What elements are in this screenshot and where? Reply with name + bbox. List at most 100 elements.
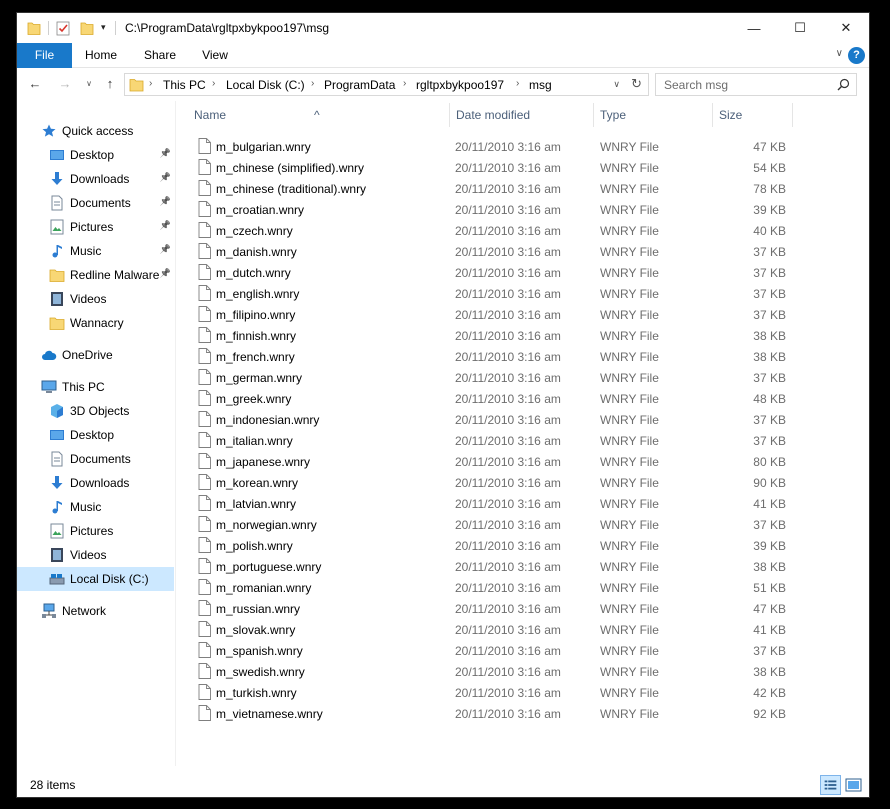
file-row[interactable]: m_romanian.wnry 20/11/2010 3:16 am WNRY Fi… xyxy=(176,577,869,598)
breadcrumb-local-disk[interactable]: Local Disk (C:) xyxy=(226,78,305,92)
breadcrumb-programdata[interactable]: ProgramData xyxy=(324,78,395,92)
file-row[interactable]: m_swedish.wnry 20/11/2010 3:16 am WNRY Fil… xyxy=(176,661,869,682)
file-type: WNRY File xyxy=(600,707,659,721)
address-dropdown-icon[interactable]: ∨ xyxy=(613,79,620,90)
nav-item-pictures[interactable]: Pictures 📌 xyxy=(17,215,174,239)
file-row[interactable]: m_filipino.wnry 20/11/2010 3:16 am WNRY Fi… xyxy=(176,304,869,325)
nav-item-music-pc[interactable]: Music xyxy=(17,495,174,519)
breadcrumb-this-pc[interactable]: This PC xyxy=(163,78,206,92)
column-header-name[interactable]: ^ Name xyxy=(176,101,450,129)
file-row[interactable]: m_french.wnry 20/11/2010 3:16 am WNRY File… xyxy=(176,346,869,367)
file-row[interactable]: m_korean.wnry 20/11/2010 3:16 am WNRY File… xyxy=(176,472,869,493)
breadcrumb-chevron[interactable]: › xyxy=(403,78,406,89)
column-header-size[interactable]: Size xyxy=(713,101,793,129)
file-row[interactable]: m_finnish.wnry 20/11/2010 3:16 am WNRY Fil… xyxy=(176,325,869,346)
file-row[interactable]: m_indonesian.wnry 20/11/2010 3:16 am WNRY … xyxy=(176,409,869,430)
file-row[interactable]: m_slovak.wnry 20/11/2010 3:16 am WNRY File… xyxy=(176,619,869,640)
search-box[interactable] xyxy=(655,73,857,96)
nav-item-desktop-pc[interactable]: Desktop xyxy=(17,423,174,447)
forward-button[interactable]: → xyxy=(55,74,75,94)
details-view-icon[interactable] xyxy=(820,775,841,795)
file-date-modified: 20/11/2010 3:16 am xyxy=(455,371,561,385)
file-row[interactable]: m_croatian.wnry 20/11/2010 3:16 am WNRY Fi… xyxy=(176,199,869,220)
close-button[interactable]: ✕ xyxy=(823,13,869,43)
search-input[interactable] xyxy=(656,74,831,95)
nav-item-onedrive[interactable]: OneDrive xyxy=(17,343,174,367)
breadcrumb-chevron[interactable]: › xyxy=(311,78,314,89)
desktop-icon xyxy=(50,150,64,160)
column-divider[interactable] xyxy=(792,103,793,127)
file-row[interactable]: m_japanese.wnry 20/11/2010 3:16 am WNRY Fi… xyxy=(176,451,869,472)
file-row[interactable]: m_greek.wnry 20/11/2010 3:16 am WNRY File 4… xyxy=(176,388,869,409)
file-date-modified: 20/11/2010 3:16 am xyxy=(455,161,561,175)
file-row[interactable]: m_bulgarian.wnry 20/11/2010 3:16 am WNRY F… xyxy=(176,136,869,157)
file-row[interactable]: m_latvian.wnry 20/11/2010 3:16 am WNRY Fil… xyxy=(176,493,869,514)
file-row[interactable]: m_danish.wnry 20/11/2010 3:16 am WNRY File… xyxy=(176,241,869,262)
file-row[interactable]: m_norwegian.wnry 20/11/2010 3:16 am WNRY F… xyxy=(176,514,869,535)
column-header-date[interactable]: Date modified xyxy=(450,101,594,129)
file-row[interactable]: m_dutch.wnry 20/11/2010 3:16 am WNRY File 3… xyxy=(176,262,869,283)
file-row[interactable]: m_turkish.wnry 20/11/2010 3:16 am WNRY Fil… xyxy=(176,682,869,703)
properties-check-icon[interactable] xyxy=(56,20,70,36)
breadcrumb-chevron[interactable]: › xyxy=(212,78,215,89)
file-size: 51 KB xyxy=(753,581,786,595)
nav-item-downloads[interactable]: Downloads 📌 xyxy=(17,167,174,191)
file-name: m_czech.wnry xyxy=(216,224,293,238)
nav-item-pictures-pc[interactable]: Pictures xyxy=(17,519,174,543)
column-header-label: Type xyxy=(600,108,627,122)
file-name: m_spanish.wnry xyxy=(216,644,303,658)
nav-item-downloads-pc[interactable]: Downloads xyxy=(17,471,174,495)
file-row[interactable]: m_chinese (simplified).wnry 20/11/2010 3:… xyxy=(176,157,869,178)
address-bar[interactable]: › This PC › Local Disk (C:) › ProgramDat… xyxy=(124,73,649,96)
file-row[interactable]: m_polish.wnry 20/11/2010 3:16 am WNRY File… xyxy=(176,535,869,556)
up-button[interactable]: ↑ xyxy=(101,74,119,94)
help-icon[interactable]: ? xyxy=(848,47,865,64)
file-row[interactable]: m_czech.wnry 20/11/2010 3:16 am WNRY File 4… xyxy=(176,220,869,241)
nav-item-network[interactable]: Network xyxy=(17,599,174,623)
nav-item-3d-objects[interactable]: 3D Objects xyxy=(17,399,174,423)
file-row[interactable]: m_russian.wnry 20/11/2010 3:16 am WNRY Fil… xyxy=(176,598,869,619)
search-icon[interactable] xyxy=(837,78,850,91)
large-icons-view-icon[interactable] xyxy=(843,775,864,795)
tab-home[interactable]: Home xyxy=(79,43,123,68)
file-row[interactable]: m_spanish.wnry 20/11/2010 3:16 am WNRY Fil… xyxy=(176,640,869,661)
back-button[interactable]: ← xyxy=(25,74,45,94)
file-row[interactable]: m_chinese (traditional).wnry 20/11/2010 3… xyxy=(176,178,869,199)
tab-view[interactable]: View xyxy=(197,43,233,68)
new-folder-icon[interactable] xyxy=(80,20,94,36)
file-row[interactable]: m_vietnamese.wnry 20/11/2010 3:16 am WNRY … xyxy=(176,703,869,724)
folder-icon[interactable] xyxy=(27,20,41,36)
nav-item-music[interactable]: Music 📌 xyxy=(17,239,174,263)
minimize-button[interactable]: — xyxy=(731,13,777,43)
nav-item-quick-access[interactable]: Quick access xyxy=(17,119,174,143)
nav-item-redline-malware[interactable]: Redline Malware 📌 xyxy=(17,263,174,287)
breadcrumb-msg[interactable]: msg xyxy=(529,78,552,92)
column-header-type[interactable]: Type xyxy=(594,101,713,129)
nav-item-videos[interactable]: Videos xyxy=(17,287,174,311)
minimize-icon: — xyxy=(747,20,761,36)
nav-item-label: Wannacry xyxy=(70,316,124,330)
tab-file[interactable]: File xyxy=(17,43,72,68)
nav-item-documents-pc[interactable]: Documents xyxy=(17,447,174,471)
file-row[interactable]: m_german.wnry 20/11/2010 3:16 am WNRY File… xyxy=(176,367,869,388)
nav-item-wannacry[interactable]: Wannacry xyxy=(17,311,174,335)
breadcrumb-chevron[interactable]: › xyxy=(516,78,519,89)
nav-item-desktop[interactable]: Desktop 📌 xyxy=(17,143,174,167)
tab-share[interactable]: Share xyxy=(139,43,181,68)
computer-icon xyxy=(41,380,57,393)
breadcrumb-rgltpxbykpoo197[interactable]: rgltpxbykpoo197 xyxy=(416,78,504,92)
nav-item-local-disk[interactable]: Local Disk (C:) xyxy=(17,567,174,591)
nav-item-documents[interactable]: Documents 📌 xyxy=(17,191,174,215)
expand-ribbon-icon[interactable]: ∨ xyxy=(836,48,843,59)
breadcrumb-chevron[interactable]: › xyxy=(149,78,152,89)
maximize-button[interactable]: ☐ xyxy=(777,13,823,43)
nav-item-this-pc[interactable]: This PC xyxy=(17,375,174,399)
file-row[interactable]: m_italian.wnry 20/11/2010 3:16 am WNRY Fil… xyxy=(176,430,869,451)
nav-item-videos-pc[interactable]: Videos xyxy=(17,543,174,567)
refresh-icon[interactable]: ↻ xyxy=(631,76,642,92)
file-row[interactable]: m_portuguese.wnry 20/11/2010 3:16 am WNRY … xyxy=(176,556,869,577)
file-row[interactable]: m_english.wnry 20/11/2010 3:16 am WNRY Fil… xyxy=(176,283,869,304)
customize-arrow-icon[interactable]: ▾ xyxy=(101,22,111,38)
recent-locations-button[interactable]: ∨ xyxy=(83,74,95,94)
folder-icon xyxy=(129,79,144,92)
